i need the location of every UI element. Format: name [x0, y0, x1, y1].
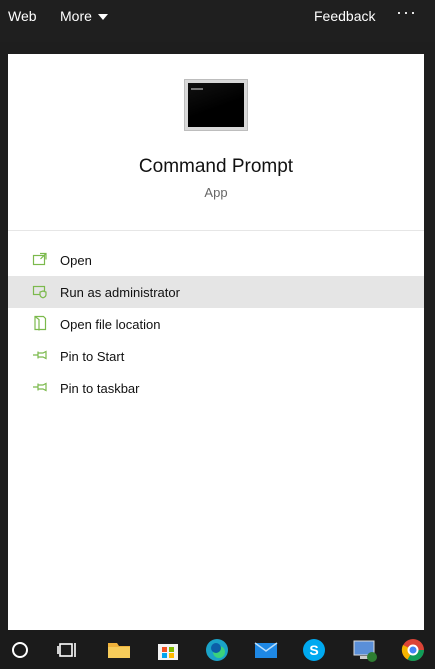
chevron-down-icon	[97, 14, 108, 20]
shield-icon	[32, 283, 48, 299]
action-pin-to-start[interactable]: Pin to Start	[8, 340, 424, 372]
chrome-icon[interactable]	[400, 637, 426, 663]
app-type-label: App	[204, 185, 228, 200]
tab-web[interactable]: Web	[8, 8, 37, 24]
divider	[8, 230, 424, 231]
app-title: Command Prompt	[138, 156, 294, 177]
action-pin-to-taskbar[interactable]: Pin to taskbar	[8, 372, 424, 404]
store-icon[interactable]	[155, 637, 181, 663]
action-run-as-administrator[interactable]: Run as administrator	[8, 276, 424, 308]
task-view-icon[interactable]	[55, 637, 81, 663]
tab-more-dropdown[interactable]: More	[60, 8, 108, 24]
file-location-icon	[32, 315, 48, 331]
command-prompt-icon	[184, 79, 248, 131]
result-detail-panel: Command Prompt App Open Run as administr…	[8, 54, 424, 630]
skype-icon[interactable]: S	[301, 637, 327, 663]
file-explorer-icon[interactable]	[106, 637, 132, 663]
search-icon[interactable]	[8, 637, 34, 663]
edge-icon[interactable]	[204, 637, 230, 663]
search-header: Web More Feedback ···	[0, 0, 435, 42]
pin-icon	[32, 379, 48, 395]
tab-more-label: More	[60, 8, 92, 24]
mail-icon[interactable]	[253, 637, 279, 663]
more-options-icon[interactable]: ···	[396, 2, 417, 23]
action-label: Open file location	[60, 317, 161, 332]
action-open[interactable]: Open	[8, 244, 424, 276]
action-list: Open Run as administrator Open file loca…	[8, 244, 424, 404]
action-open-file-location[interactable]: Open file location	[8, 308, 424, 340]
action-label: Open	[60, 253, 92, 268]
action-label: Pin to taskbar	[60, 381, 140, 396]
action-label: Pin to Start	[60, 349, 125, 364]
action-label: Run as administrator	[60, 285, 180, 300]
remote-desktop-icon[interactable]	[352, 637, 378, 663]
pin-icon	[32, 347, 48, 363]
taskbar: S	[0, 630, 435, 669]
open-window-icon	[32, 251, 48, 267]
feedback-button[interactable]: Feedback	[314, 8, 375, 24]
svg-text:S: S	[309, 642, 318, 658]
